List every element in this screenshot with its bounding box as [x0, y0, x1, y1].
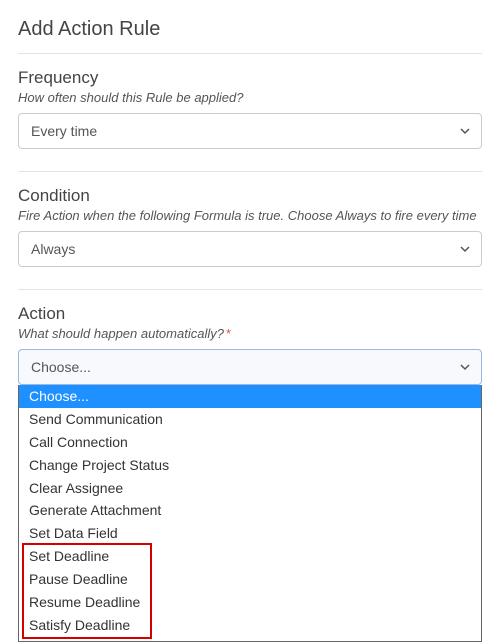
action-option[interactable]: Resume Deadline: [19, 591, 481, 614]
action-option[interactable]: Generate Attachment: [19, 499, 481, 522]
section-action: Action What should happen automatically?…: [18, 304, 482, 642]
section-condition: Condition Fire Action when the following…: [18, 186, 482, 267]
required-mark: *: [226, 326, 231, 341]
condition-desc: Fire Action when the following Formula i…: [18, 208, 482, 223]
divider: [18, 289, 482, 290]
condition-select-value: Always: [31, 241, 75, 257]
action-option[interactable]: Pause Deadline: [19, 568, 481, 591]
action-option[interactable]: Choose...: [19, 385, 481, 408]
action-select-value: Choose...: [31, 359, 91, 375]
action-option[interactable]: Change Project Status: [19, 454, 481, 477]
section-frequency: Frequency How often should this Rule be …: [18, 68, 482, 149]
frequency-heading: Frequency: [18, 68, 482, 88]
action-option[interactable]: Clear Assignee: [19, 477, 481, 500]
action-option[interactable]: Satisfy Deadline: [19, 614, 481, 637]
action-desc: What should happen automatically?*: [18, 326, 482, 341]
divider: [18, 171, 482, 172]
frequency-select-value: Every time: [31, 123, 97, 139]
condition-heading: Condition: [18, 186, 482, 206]
chevron-down-icon: [459, 125, 471, 137]
action-dropdown-list: Choose...Send CommunicationCall Connecti…: [18, 385, 482, 642]
frequency-desc: How often should this Rule be applied?: [18, 90, 482, 105]
frequency-select[interactable]: Every time: [18, 113, 482, 149]
action-select[interactable]: Choose...: [18, 349, 482, 385]
action-option[interactable]: Call Connection: [19, 431, 481, 454]
condition-select[interactable]: Always: [18, 231, 482, 267]
action-option[interactable]: Send Communication: [19, 408, 481, 431]
chevron-down-icon: [459, 361, 471, 373]
action-option[interactable]: Set Data Field: [19, 522, 481, 545]
action-heading: Action: [18, 304, 482, 324]
chevron-down-icon: [459, 243, 471, 255]
page-title: Add Action Rule: [18, 18, 482, 41]
divider: [18, 53, 482, 54]
action-option[interactable]: Set Deadline: [19, 545, 481, 568]
